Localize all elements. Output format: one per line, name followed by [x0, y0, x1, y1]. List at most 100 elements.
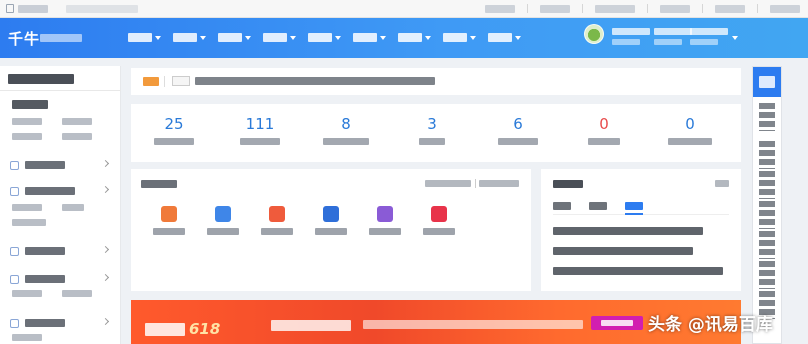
- sidebar-item[interactable]: [10, 158, 114, 172]
- sidebar-item[interactable]: [10, 316, 114, 330]
- chevron-down-icon: [515, 35, 521, 40]
- more-link[interactable]: [715, 180, 729, 187]
- sidebar-sub-link[interactable]: [62, 204, 84, 211]
- menu-icon: [10, 274, 19, 284]
- nav-menu-label: [263, 33, 287, 42]
- sidebar-sub-link[interactable]: [12, 334, 42, 341]
- top-link-4[interactable]: [660, 4, 690, 13]
- news-tab[interactable]: [589, 202, 607, 210]
- bag-icon: [377, 206, 393, 222]
- store-avatar[interactable]: [584, 24, 604, 44]
- stat-card[interactable]: 111: [217, 116, 303, 145]
- brand-logo[interactable]: 千牛: [8, 28, 40, 49]
- sidebar-item[interactable]: [10, 184, 114, 198]
- stat-card[interactable]: 3: [389, 116, 475, 145]
- rail-item[interactable]: [759, 201, 775, 229]
- divider: [475, 179, 476, 188]
- nav-menu-item[interactable]: [398, 33, 431, 42]
- news-item[interactable]: [553, 267, 723, 275]
- sidebar-sub-link[interactable]: [12, 290, 42, 297]
- sidebar-sub-link[interactable]: [62, 290, 92, 297]
- brand-subtitle-blurred: [40, 34, 82, 42]
- rail-item[interactable]: [759, 141, 775, 169]
- stat-label: [323, 138, 369, 145]
- chevron-down-icon[interactable]: [732, 36, 738, 40]
- banner-headline: 618: [145, 320, 220, 338]
- quick-access-item[interactable]: [417, 206, 461, 235]
- rail-item[interactable]: [759, 261, 775, 289]
- divider: [164, 76, 165, 87]
- divider: [647, 4, 648, 13]
- nav-menu-label: [173, 33, 197, 42]
- top-utility-bar: [0, 0, 808, 18]
- nav-menu-item[interactable]: [173, 33, 206, 42]
- crown-icon: [323, 206, 339, 222]
- top-link-1[interactable]: [485, 4, 515, 13]
- quick-access-panel: [131, 169, 531, 291]
- store-info-2[interactable]: [654, 28, 692, 45]
- sidebar-group-title: [12, 100, 48, 109]
- sidebar-sub-link[interactable]: [12, 133, 42, 140]
- announcement-text[interactable]: [195, 77, 435, 85]
- sidebar-sub-link[interactable]: [62, 133, 92, 140]
- nav-menu: [128, 33, 533, 42]
- announcement-bar: [131, 68, 741, 95]
- nav-menu-item[interactable]: [488, 33, 521, 42]
- stat-value: 25: [164, 115, 184, 133]
- chevron-down-icon: [470, 35, 476, 40]
- quick-access-item[interactable]: [147, 206, 191, 235]
- panel-title: [553, 180, 583, 188]
- stat-card[interactable]: 0: [561, 116, 647, 145]
- more-link[interactable]: [479, 180, 519, 187]
- banner-button[interactable]: [591, 316, 643, 330]
- mobile-icon[interactable]: [6, 4, 14, 13]
- news-item[interactable]: [553, 247, 693, 255]
- quick-access-item[interactable]: [363, 206, 407, 235]
- nav-menu-item[interactable]: [443, 33, 476, 42]
- sidebar-item-label: [25, 275, 65, 283]
- divider: [582, 4, 583, 13]
- nav-menu-label: [398, 33, 422, 42]
- news-tab[interactable]: [553, 202, 571, 210]
- sidebar-sub-link[interactable]: [12, 204, 42, 211]
- quick-access-item[interactable]: [201, 206, 245, 235]
- sidebar-item[interactable]: [10, 244, 114, 258]
- stat-card[interactable]: 8: [303, 116, 389, 145]
- rail-item[interactable]: [759, 231, 775, 259]
- nav-menu-item[interactable]: [263, 33, 296, 42]
- rail-item[interactable]: [759, 171, 775, 199]
- nav-menu-item[interactable]: [128, 33, 161, 42]
- nav-menu-item[interactable]: [218, 33, 251, 42]
- store-info-1[interactable]: [612, 28, 650, 45]
- news-tab-active[interactable]: [625, 202, 643, 210]
- stat-card[interactable]: 6: [475, 116, 561, 145]
- watermark: 头条 @讯易百库: [648, 315, 773, 335]
- chevron-right-icon: [101, 317, 110, 326]
- sidebar-item[interactable]: [10, 272, 114, 286]
- quick-access-item[interactable]: [255, 206, 299, 235]
- quick-access-item[interactable]: [309, 206, 353, 235]
- sidebar-sub-link[interactable]: [62, 118, 92, 125]
- banner-number: 618: [189, 320, 221, 338]
- stat-value: 6: [513, 115, 523, 133]
- sidebar-sub-link[interactable]: [12, 219, 46, 226]
- nav-menu-label: [308, 33, 332, 42]
- chevron-down-icon: [335, 35, 341, 40]
- chevron-right-icon: [101, 159, 110, 168]
- manage-link[interactable]: [425, 180, 471, 187]
- rail-header-button[interactable]: [753, 67, 781, 97]
- top-link-6[interactable]: [770, 4, 800, 13]
- stat-card[interactable]: 25: [131, 116, 217, 145]
- sidebar-sub-link[interactable]: [12, 118, 42, 125]
- stat-value: 0: [685, 115, 695, 133]
- nav-menu-item[interactable]: [308, 33, 341, 42]
- tab-indicator: [625, 213, 643, 215]
- rail-item[interactable]: [759, 103, 775, 131]
- top-link-2[interactable]: [540, 4, 570, 13]
- stat-card[interactable]: 0: [647, 116, 733, 145]
- nav-menu-item[interactable]: [353, 33, 386, 42]
- top-link-3[interactable]: [595, 4, 635, 13]
- top-link-5[interactable]: [715, 4, 745, 13]
- store-info-3[interactable]: [690, 28, 728, 45]
- news-item[interactable]: [553, 227, 703, 235]
